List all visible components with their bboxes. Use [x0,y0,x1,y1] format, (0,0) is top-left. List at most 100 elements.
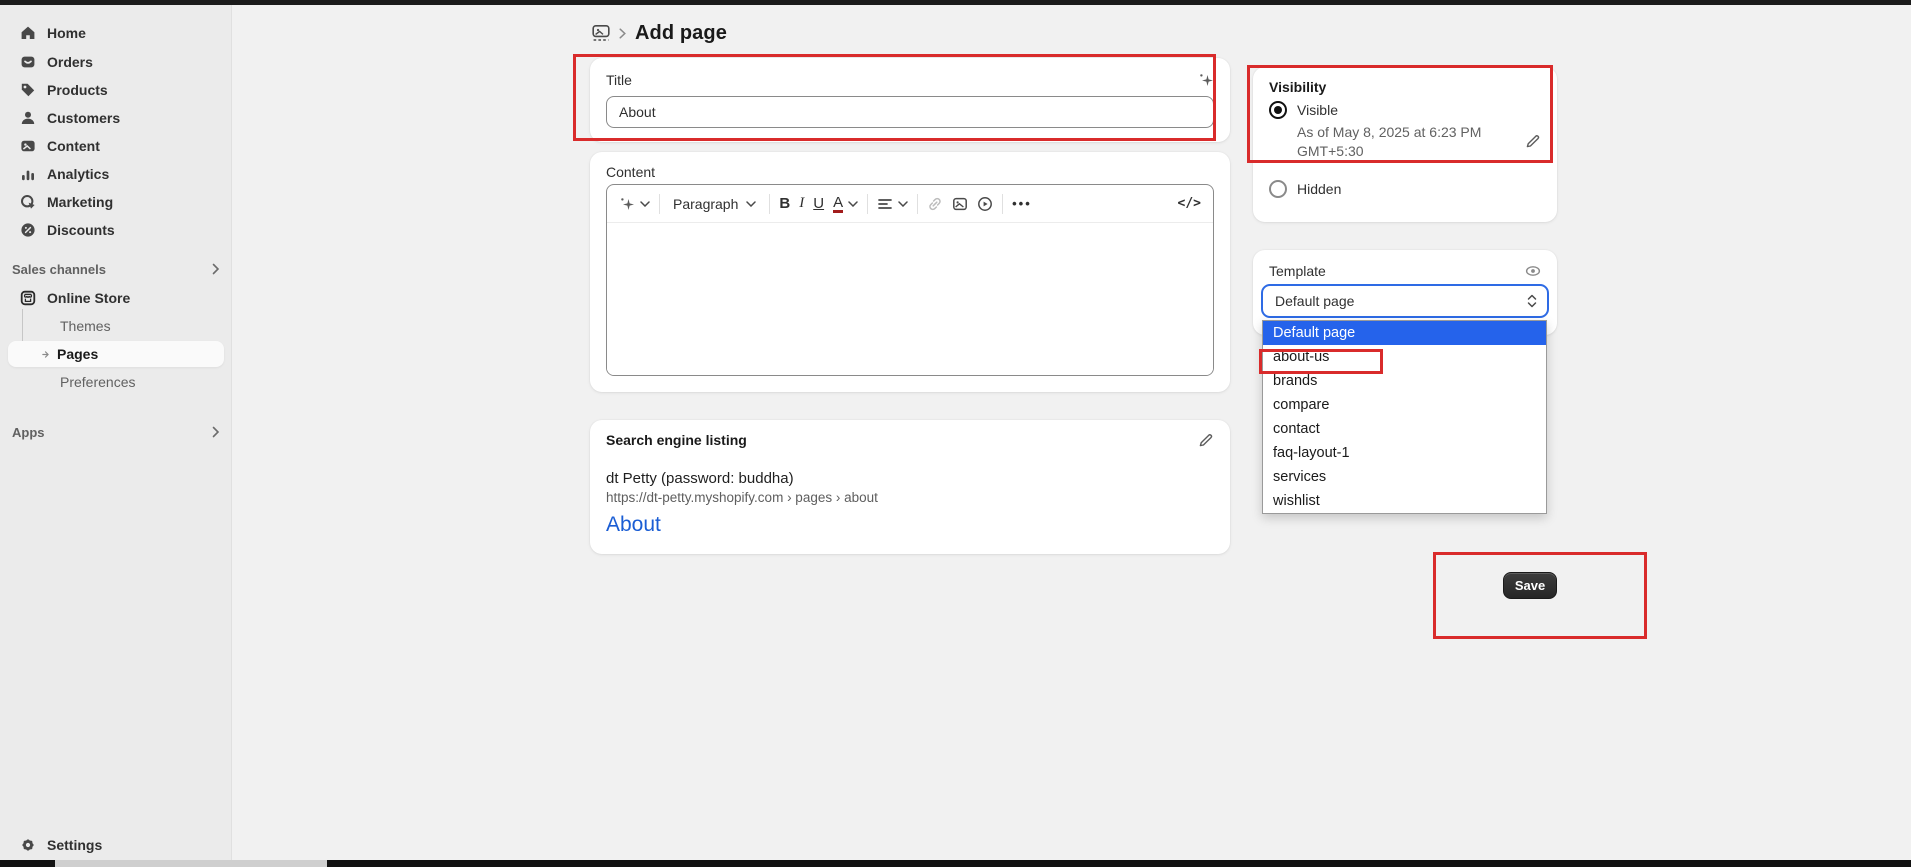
bold-button[interactable]: B [779,195,790,212]
sidebar-item-settings[interactable]: Settings [8,832,224,858]
paragraph-style-dropdown[interactable]: Paragraph [669,196,760,212]
seo-page-title-link[interactable]: About [606,513,1214,537]
chevron-down-icon [848,201,858,207]
dropdown-option-contact[interactable]: contact [1263,417,1546,441]
radio-unselected-icon[interactable] [1269,180,1287,198]
dropdown-option-services[interactable]: services [1263,465,1546,489]
sidebar-item-products[interactable]: Products [8,77,224,103]
sidebar-item-themes[interactable]: Themes [8,313,224,339]
radio-selected-icon[interactable] [1269,101,1287,119]
sidebar-item-home[interactable]: Home [8,20,224,46]
sales-channels-header[interactable]: Sales channels [12,258,220,280]
select-updown-icon [1527,294,1537,308]
chevron-down-icon [640,201,650,207]
paragraph-style-label: Paragraph [673,196,738,212]
orders-icon [20,54,36,70]
template-select[interactable]: Default page [1261,284,1549,318]
insert-link-button[interactable] [927,196,943,212]
sidebar-item-analytics[interactable]: Analytics [8,161,224,187]
sidebar-item-content[interactable]: Content [8,133,224,159]
magic-sparkle-icon[interactable] [1198,72,1214,88]
ai-assist-button[interactable] [619,196,650,212]
visibility-option-hidden[interactable]: Hidden [1269,180,1341,198]
sidebar-item-label: Online Store [47,290,130,306]
bottom-bar-segment [55,860,327,867]
customers-icon [20,110,36,126]
sales-channels-label: Sales channels [12,262,106,277]
title-card: Title [590,58,1230,142]
chevron-right-icon [212,426,220,438]
pages-icon[interactable] [592,24,610,42]
visibility-option-visible[interactable]: Visible [1269,101,1541,119]
template-dropdown-menu: Default page about-us brands compare con… [1262,320,1547,514]
arrow-right-icon [42,349,49,360]
apps-label: Apps [12,425,45,440]
sidebar-item-label: Marketing [47,194,113,210]
alignment-button[interactable] [877,196,908,212]
search-engine-listing-card: Search engine listing dt Petty (password… [590,420,1230,554]
underline-button[interactable]: U [813,195,824,212]
hidden-label: Hidden [1297,181,1341,197]
title-input[interactable] [606,96,1214,128]
rich-text-editor[interactable]: Paragraph B I U A [606,184,1214,376]
visible-date-line1: As of May 8, 2025 at 6:23 PM [1297,123,1497,142]
sidebar-item-label: Settings [47,837,102,853]
sidebar-item-label: Themes [60,318,111,334]
page-title: Add page [635,22,727,45]
magic-sparkle-icon [619,196,635,212]
sidebar-item-label: Discounts [47,222,115,238]
edit-pencil-icon[interactable] [1198,432,1214,448]
dropdown-option-brands[interactable]: brands [1263,369,1546,393]
seo-url: https://dt-petty.myshopify.com › pages ›… [606,490,1214,505]
marketing-icon [20,194,36,210]
apps-header[interactable]: Apps [12,421,220,443]
visible-label: Visible [1297,102,1338,118]
align-left-icon [877,196,893,212]
sidebar-item-label: Orders [47,54,93,70]
edit-visibility-date-button[interactable] [1525,133,1541,149]
sidebar-item-discounts[interactable]: Discounts [8,217,224,243]
eye-icon[interactable] [1525,263,1541,279]
breadcrumb: Add page [592,20,727,46]
dropdown-option-about-us[interactable]: about-us [1263,345,1546,369]
text-color-button[interactable]: A [833,195,858,213]
show-html-button[interactable]: </> [1178,196,1201,211]
dropdown-option-compare[interactable]: compare [1263,393,1546,417]
italic-button[interactable]: I [799,195,804,212]
edit-pencil-icon [1525,133,1541,149]
visible-date-line2: GMT+5:30 [1297,142,1497,161]
sidebar-item-online-store[interactable]: Online Store [8,285,224,311]
top-bar [0,0,1911,5]
toolbar-divider [659,194,660,214]
sidebar-item-preferences[interactable]: Preferences [8,369,224,395]
insert-video-button[interactable] [977,196,993,212]
dropdown-option-default-page[interactable]: Default page [1263,321,1546,345]
sidebar-item-label: Home [47,25,86,41]
sidebar-item-marketing[interactable]: Marketing [8,189,224,215]
save-button[interactable]: Save [1503,572,1557,599]
more-options-button[interactable]: ••• [1012,196,1032,211]
sidebar-item-label: Content [47,138,100,154]
content-card: Content Paragraph B I U A [590,152,1230,392]
discounts-icon [20,222,36,238]
sidebar-item-pages[interactable]: Pages [8,341,224,367]
analytics-icon [20,166,36,182]
sidebar: Home Orders Products Customers Content A… [0,5,232,860]
sidebar-item-label: Pages [57,346,98,362]
sidebar-item-orders[interactable]: Orders [8,49,224,75]
insert-image-button[interactable] [952,196,968,212]
visibility-card: Visibility Visible As of May 8, 2025 at … [1253,67,1557,222]
toolbar-divider [867,194,868,214]
link-icon [927,196,943,212]
dropdown-option-faq-layout-1[interactable]: faq-layout-1 [1263,441,1546,465]
sidebar-item-customers[interactable]: Customers [8,105,224,131]
content-icon [20,138,36,154]
toolbar-divider [917,194,918,214]
sidebar-item-label: Products [47,82,108,98]
image-icon [952,196,968,212]
chevron-down-icon [746,201,756,207]
toolbar-divider [769,194,770,214]
editor-text-area[interactable] [607,223,1213,376]
dropdown-option-wishlist[interactable]: wishlist [1263,489,1546,513]
template-selected-value: Default page [1275,293,1354,309]
